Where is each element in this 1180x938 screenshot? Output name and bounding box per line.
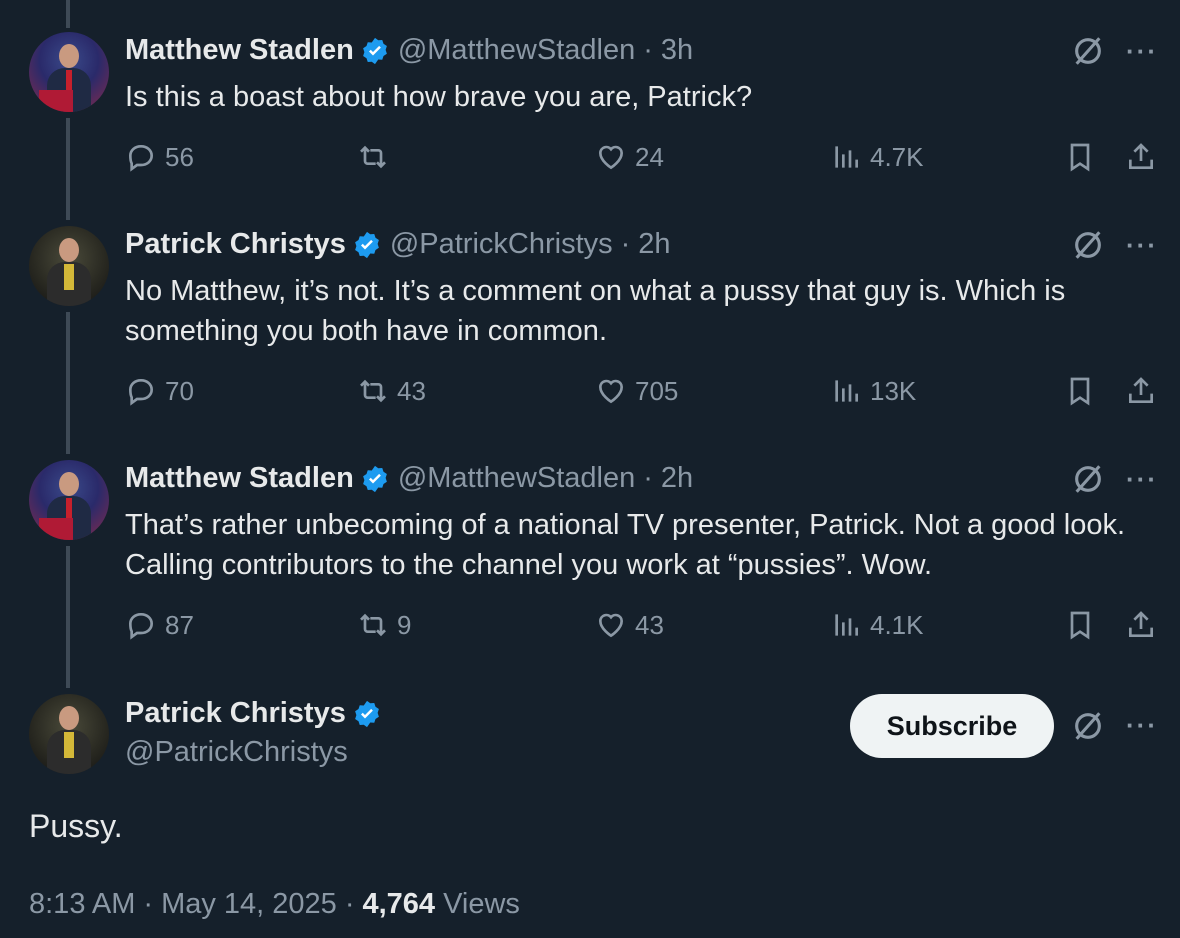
reply-icon: [128, 144, 154, 172]
retweet-icon: [360, 379, 386, 403]
more-icon[interactable]: ···: [1126, 230, 1158, 261]
grok-icon[interactable]: [1071, 228, 1105, 262]
like-icon: [598, 613, 624, 638]
like-count: 43: [635, 609, 664, 640]
avatar[interactable]: [29, 694, 109, 774]
grok-icon[interactable]: [1071, 462, 1105, 496]
reply-button[interactable]: 70: [125, 375, 194, 407]
reply-tweet[interactable]: Matthew Stadlen @MatthewStadlen · 3h ···…: [0, 0, 1180, 200]
retweet-icon: [360, 145, 386, 169]
avatar[interactable]: [29, 460, 109, 540]
author-name[interactable]: Matthew Stadlen: [125, 34, 354, 67]
verified-badge-icon: [354, 700, 379, 727]
views-icon: [835, 146, 858, 168]
timestamp[interactable]: 2h: [638, 228, 670, 261]
views-button[interactable]: 4.7K: [830, 141, 924, 173]
author-name[interactable]: Patrick Christys: [125, 697, 346, 730]
bookmark-icon: [1070, 377, 1090, 406]
bookmark-icon: [1070, 611, 1090, 640]
separator-dot: ·: [620, 228, 631, 260]
like-count: 705: [635, 375, 679, 406]
retweet-button[interactable]: 9: [357, 609, 411, 641]
separator-dot: ·: [643, 34, 653, 66]
author-name[interactable]: Patrick Christys: [125, 228, 346, 261]
share-icon: [1129, 377, 1153, 403]
author-handle[interactable]: @PatrickChristys: [390, 228, 613, 261]
views-button[interactable]: 4.1K: [830, 609, 924, 641]
bookmark-button[interactable]: [1064, 609, 1096, 641]
like-count: 24: [635, 141, 664, 172]
bookmark-button[interactable]: [1064, 141, 1096, 173]
views-icon: [835, 614, 858, 636]
bookmark-button[interactable]: [1064, 375, 1096, 407]
views-count: 4.7K: [870, 141, 924, 172]
views-icon: [835, 380, 858, 402]
timestamp[interactable]: 3h: [661, 34, 693, 67]
action-bar: 70 43 705 13K: [125, 375, 1165, 415]
tweet-meta: 8:13 AM · May 14, 2025 · 4,764 Views: [29, 888, 520, 921]
verified-badge-icon: [362, 465, 387, 492]
views-button[interactable]: 13K: [830, 375, 916, 407]
author-handle[interactable]: @PatrickChristys: [125, 736, 348, 769]
author-handle[interactable]: @MatthewStadlen: [398, 462, 635, 495]
separator-dot: ·: [143, 888, 154, 920]
retweet-button[interactable]: 43: [357, 375, 426, 407]
share-button[interactable]: [1125, 609, 1157, 641]
action-bar: 56 24 4.7K: [125, 141, 1165, 181]
like-button[interactable]: 705: [595, 375, 678, 407]
verified-badge-icon: [354, 231, 379, 258]
views-count: 13K: [870, 375, 917, 406]
more-icon[interactable]: ···: [1126, 36, 1158, 67]
thread-line: [66, 546, 70, 688]
separator-dot: ·: [643, 462, 653, 494]
tweet-text: That’s rather unbecoming of a national T…: [125, 509, 1126, 581]
share-button[interactable]: [1125, 141, 1157, 173]
tweet-text: No Matthew, it’s not. It’s a comment on …: [125, 275, 1066, 347]
reply-button[interactable]: 87: [125, 609, 194, 641]
avatar[interactable]: [29, 226, 109, 306]
views-count: 4.1K: [870, 609, 924, 640]
timestamp[interactable]: 2h: [661, 462, 693, 495]
retweet-count: 43: [397, 375, 426, 406]
reply-icon: [128, 612, 154, 640]
tweet-time[interactable]: 8:13 AM: [29, 888, 135, 921]
retweet-button[interactable]: [357, 141, 397, 173]
reply-count: 70: [165, 375, 194, 406]
avatar[interactable]: [29, 32, 109, 112]
action-bar: 87 9 43 4.1K: [125, 609, 1165, 649]
thread-line: [66, 312, 70, 454]
more-icon[interactable]: ···: [1126, 710, 1158, 741]
share-icon: [1129, 143, 1153, 169]
retweet-count: 9: [397, 609, 412, 640]
subscribe-button[interactable]: Subscribe: [850, 694, 1054, 758]
separator-dot: ·: [344, 888, 355, 920]
tweet-text: Pussy.: [29, 808, 123, 844]
tweet-date[interactable]: May 14, 2025: [161, 888, 337, 921]
reply-button[interactable]: 56: [125, 141, 194, 173]
share-icon: [1129, 611, 1153, 637]
like-button[interactable]: 43: [595, 609, 664, 641]
like-button[interactable]: 24: [595, 141, 664, 173]
tweet-text: Is this a boast about how brave you are,…: [125, 81, 753, 113]
like-icon: [598, 379, 624, 404]
grok-icon[interactable]: [1071, 709, 1105, 743]
reply-count: 87: [165, 609, 194, 640]
share-button[interactable]: [1125, 375, 1157, 407]
author-handle[interactable]: @MatthewStadlen: [398, 34, 635, 67]
reply-count: 56: [165, 141, 194, 172]
views-label: Views: [443, 888, 520, 920]
grok-icon[interactable]: [1071, 34, 1105, 68]
views-count: 4,764: [362, 888, 436, 920]
author-name[interactable]: Matthew Stadlen: [125, 462, 354, 495]
like-icon: [598, 145, 624, 170]
more-icon[interactable]: ···: [1126, 464, 1158, 495]
verified-badge-icon: [362, 37, 387, 64]
bookmark-icon: [1070, 143, 1090, 172]
reply-icon: [128, 378, 154, 406]
retweet-icon: [360, 613, 386, 637]
